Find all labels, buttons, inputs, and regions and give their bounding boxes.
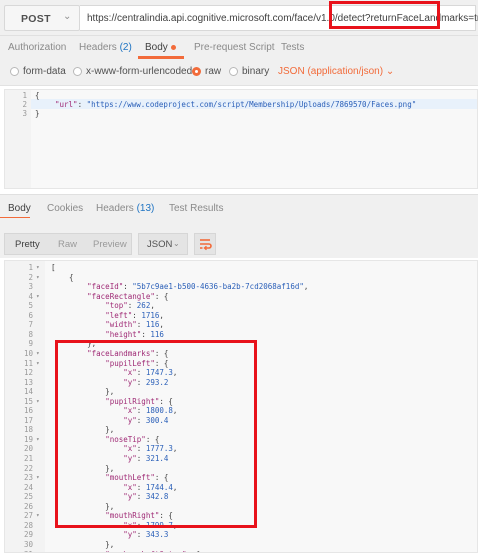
line-number: 20: [23, 444, 33, 454]
fold-arrow-icon[interactable]: ▾: [36, 474, 40, 481]
line-number: 4: [28, 291, 33, 301]
line-number: 30: [23, 539, 33, 549]
label-binary: binary: [242, 66, 270, 77]
raw-button[interactable]: Raw: [58, 239, 77, 250]
request-body-editor[interactable]: 1 2 3 { "url": "https://www.codeproject.…: [4, 89, 478, 189]
line-number: 19: [23, 434, 33, 444]
line-number: 28: [23, 520, 33, 530]
tab-cookies[interactable]: Cookies: [47, 203, 83, 214]
tab-headers[interactable]: Headers (2): [79, 42, 132, 53]
code-line: [: [51, 263, 56, 272]
chevron-down-icon: ⌄: [63, 11, 72, 22]
method-label: POST: [21, 13, 51, 25]
code-line: },: [51, 539, 115, 549]
code-line: "url": "https://www.codeproject.com/scri…: [55, 100, 417, 109]
tab-test-results[interactable]: Test Results: [169, 203, 223, 214]
chevron-down-icon: ⌄: [173, 239, 180, 248]
view-mode-group: Pretty Raw Preview: [4, 233, 132, 255]
preview-button[interactable]: Preview: [93, 239, 127, 250]
code-line: "left": 1716,: [105, 310, 164, 320]
line-number: 22: [23, 463, 33, 473]
fold-arrow-icon[interactable]: ▾: [36, 350, 40, 357]
line-number: 6: [28, 310, 33, 320]
line-number: 31: [7, 550, 33, 553]
line-number: 8: [28, 329, 33, 339]
pretty-button[interactable]: Pretty: [15, 239, 40, 250]
line-number: 16: [23, 406, 33, 416]
modified-dot-icon: [170, 44, 176, 50]
response-tabs: Body Cookies Headers (13) Test Results: [0, 194, 478, 218]
tab-body[interactable]: Body: [145, 42, 176, 53]
code-line: "height": 116: [105, 329, 164, 339]
line-number: 3: [28, 282, 33, 292]
line-number: 25: [23, 492, 33, 502]
tab-response-body[interactable]: Body: [8, 203, 31, 214]
content-type-select[interactable]: JSON (application/json) ⌄: [278, 66, 394, 77]
line-number: 11: [23, 358, 33, 368]
fold-arrow-icon[interactable]: ▾: [36, 293, 40, 300]
radio-binary[interactable]: [229, 67, 238, 76]
active-tab-indicator: [138, 56, 184, 59]
format-label: JSON: [147, 239, 173, 250]
chevron-down-icon: ⌄: [385, 66, 395, 77]
line-number: 12: [23, 368, 33, 378]
method-select[interactable]: POST ⌄: [4, 5, 80, 31]
fold-arrow-icon[interactable]: ▾: [36, 436, 40, 443]
line-number: 13: [23, 377, 33, 387]
line-number: 1: [22, 91, 27, 100]
tab-pre-request-script[interactable]: Pre-request Script: [194, 42, 275, 53]
fold-arrow-icon[interactable]: ▾: [36, 398, 40, 405]
label-form-data: form-data: [23, 66, 66, 77]
wrap-lines-icon: [200, 239, 212, 251]
face-landmarks-highlight-box: [55, 340, 257, 528]
label-raw: raw: [205, 66, 222, 77]
line-number: 14: [23, 387, 33, 397]
wrap-lines-button[interactable]: [194, 233, 216, 255]
line-number: 2: [22, 100, 27, 109]
line-number: 3: [22, 109, 27, 118]
line-number: 15: [23, 396, 33, 406]
code-line: "faceRectangle": {: [87, 291, 169, 301]
request-tabs: Authorization Headers (2) Body Pre-reque…: [0, 36, 478, 60]
fold-arrow-icon[interactable]: ▾: [36, 264, 40, 271]
line-number: 10: [23, 348, 33, 358]
radio-raw[interactable]: [192, 67, 201, 76]
code-line: "width": 116,: [105, 320, 164, 330]
code-line: }: [35, 109, 40, 118]
radio-urlencoded[interactable]: [73, 67, 82, 76]
code-line: {: [35, 91, 40, 100]
url-highlight-box: [329, 1, 440, 29]
line-number: 7: [28, 320, 33, 330]
request-url-bar: POST ⌄ https://centralindia.api.cognitiv…: [0, 0, 478, 36]
line-number: 2: [28, 272, 33, 282]
fold-arrow-icon[interactable]: ▾: [36, 512, 40, 519]
tab-response-headers[interactable]: Headers (13): [96, 203, 154, 214]
line-number: 24: [23, 482, 33, 492]
line-number: 21: [23, 454, 33, 463]
line-number: 5: [28, 301, 33, 311]
response-toolbar: Pretty Raw Preview JSON ⌄: [0, 218, 478, 258]
line-number: 9: [28, 339, 33, 349]
body-type-options: form-data x-www-form-urlencoded raw bina…: [0, 60, 478, 86]
code-line: "top": 262,: [105, 301, 155, 311]
format-select[interactable]: JSON ⌄: [138, 233, 188, 255]
line-number: 26: [23, 501, 33, 511]
line-number: 23: [23, 473, 33, 483]
tab-authorization[interactable]: Authorization: [8, 42, 66, 53]
radio-form-data[interactable]: [10, 67, 19, 76]
fold-arrow-icon[interactable]: ▾: [36, 360, 40, 367]
line-number: 1: [28, 263, 33, 272]
line-number: 18: [23, 425, 33, 435]
fold-arrow-icon[interactable]: ▾: [36, 274, 40, 281]
code-line: "eyebrowLeftOuter": {: [51, 550, 200, 553]
code-line: {: [51, 272, 74, 282]
line-number: 17: [23, 415, 33, 425]
code-line: "y": 343.3: [123, 530, 169, 540]
tab-tests[interactable]: Tests: [281, 42, 304, 53]
line-number: 27: [23, 511, 33, 521]
line-number: 29: [23, 530, 33, 540]
label-urlencoded: x-www-form-urlencoded: [86, 66, 193, 77]
code-line: "faceId": "5b7c9ae1-b500-4636-ba2b-7cd20…: [87, 282, 309, 292]
